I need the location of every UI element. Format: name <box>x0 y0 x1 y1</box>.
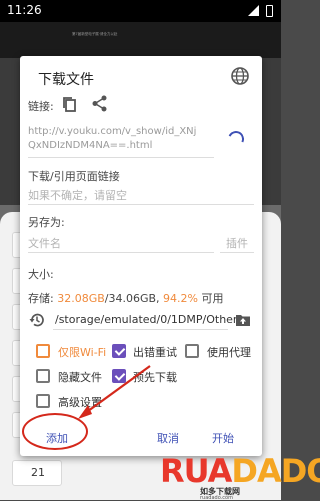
wifi-only-label: 仅限Wi-Fi <box>58 346 107 359</box>
download-dialog: 下载文件 链接: http://v.youku.com/v_show/id_XN… <box>20 56 262 456</box>
storage-suffix: 可用 <box>197 292 224 305</box>
dialog-title: 下载文件 <box>38 72 94 88</box>
banner-text: 第7届新型电子展·请全力以赴 <box>72 32 118 36</box>
history-icon[interactable] <box>28 311 46 329</box>
filename-input[interactable]: 文件名 <box>28 235 61 251</box>
filename-underline <box>28 252 214 253</box>
signal-icon <box>248 5 259 16</box>
storage-total: /34.06GB, <box>104 292 164 305</box>
storage-percent: 94.2% <box>163 292 198 305</box>
pre-download-checkbox[interactable] <box>112 369 126 383</box>
folder-upload-icon[interactable] <box>235 313 251 327</box>
use-proxy-label: 使用代理 <box>207 346 251 359</box>
referer-label: 下载/引用页面链接 <box>28 170 120 183</box>
advanced-settings-label: 高级设置 <box>58 396 102 409</box>
cancel-button[interactable]: 取消 <box>157 430 179 446</box>
storage-prefix: 存储: <box>28 292 58 305</box>
logo-mark: RUADADO <box>160 452 320 490</box>
status-time: 11:26 <box>7 3 42 17</box>
copy-icon[interactable] <box>62 96 78 113</box>
use-proxy-checkbox[interactable] <box>185 344 199 358</box>
advanced-settings-checkbox[interactable] <box>36 394 50 408</box>
background-item-value: 21 <box>31 466 45 479</box>
battery-icon <box>266 5 273 17</box>
storage-free: 32.08GB <box>57 292 105 305</box>
wifi-only-checkbox[interactable] <box>36 344 50 358</box>
plugin-select[interactable]: 插件 <box>226 235 248 251</box>
url-underline <box>28 157 214 158</box>
retry-on-error-checkbox[interactable] <box>112 344 126 358</box>
annotation-circle <box>22 413 88 450</box>
url-input[interactable]: http://v.youku.com/v_show/id_XNjQxNDIzND… <box>28 125 200 153</box>
start-button[interactable]: 开始 <box>212 430 234 446</box>
path-underline <box>53 329 228 330</box>
referer-input[interactable]: 如果不确定，请留空 <box>28 187 127 203</box>
hidden-file-label: 隐藏文件 <box>58 371 102 384</box>
logo-brand-right: DADO <box>231 452 320 490</box>
background-banner: 第7届新型电子展·请全力以赴 <box>0 22 281 58</box>
logo-site: ruadado.com <box>200 495 233 501</box>
referer-underline <box>28 204 254 205</box>
plugin-underline <box>220 252 254 253</box>
logo-brand-left: RUA <box>160 452 232 490</box>
hidden-file-checkbox[interactable] <box>36 369 50 383</box>
status-bar: 11:26 <box>0 0 281 22</box>
storage-info: 存储: 32.08GB/34.06GB, 94.2% 可用 <box>28 290 223 306</box>
share-icon[interactable] <box>92 95 108 112</box>
save-as-label: 另存为: <box>28 216 65 229</box>
save-path-input[interactable]: /storage/emulated/0/1DMP/Others <box>55 313 243 326</box>
size-label: 大小: <box>28 268 54 281</box>
globe-icon[interactable] <box>230 66 250 86</box>
link-label: 链接: <box>28 100 54 113</box>
watermark-logo: RUADADO 如多下载网 ruadado.com <box>160 452 320 501</box>
pre-download-label: 预先下载 <box>133 371 177 384</box>
loading-spinner-icon <box>225 128 247 150</box>
retry-on-error-label: 出错重试 <box>133 346 177 359</box>
